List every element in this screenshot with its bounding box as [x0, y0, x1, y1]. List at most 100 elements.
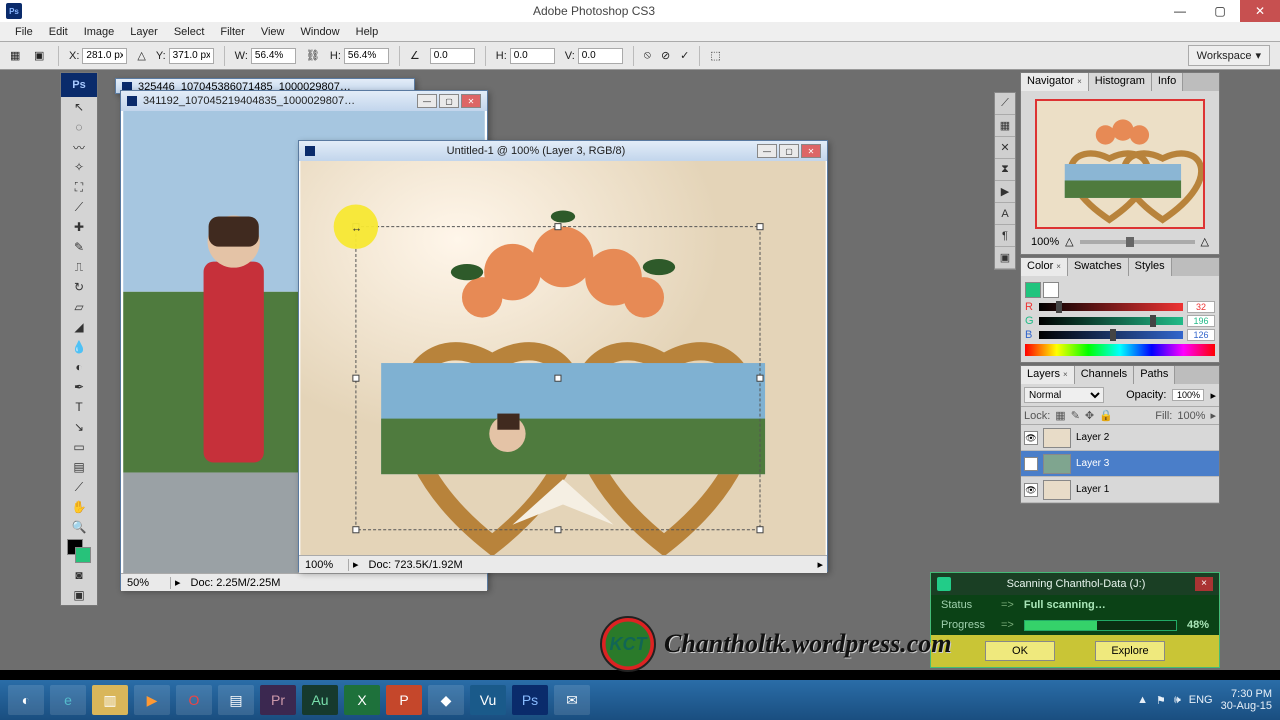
tab-color[interactable]: Color×: [1021, 258, 1068, 276]
layer-name[interactable]: Layer 1: [1076, 484, 1109, 495]
dock-tool-icon[interactable]: ✕: [995, 137, 1015, 159]
taskbar-media[interactable]: ▶: [134, 685, 170, 715]
scan-explore-button[interactable]: Explore: [1095, 641, 1165, 661]
close-icon[interactable]: ×: [1077, 77, 1082, 86]
blend-mode-select[interactable]: Normal: [1024, 387, 1104, 403]
doc-close-icon[interactable]: ✕: [801, 144, 821, 158]
brush-tool[interactable]: ✎: [61, 237, 97, 257]
tray-icon[interactable]: 🕪: [1174, 694, 1181, 707]
r-slider[interactable]: [1039, 303, 1183, 311]
tray-clock[interactable]: 7:30 PM 30-Aug-15: [1221, 688, 1272, 712]
close-icon[interactable]: ×: [1063, 370, 1068, 379]
tab-info[interactable]: Info: [1152, 73, 1183, 91]
visibility-icon[interactable]: 👁: [1024, 483, 1038, 497]
taskbar-audition[interactable]: Au: [302, 685, 338, 715]
link-icon[interactable]: ⛓: [306, 49, 320, 62]
tray-icon[interactable]: ▲: [1137, 694, 1148, 706]
taskbar-excel[interactable]: X: [344, 685, 380, 715]
tab-channels[interactable]: Channels: [1075, 366, 1134, 384]
system-tray[interactable]: ▲ ⚑ 🕪 ENG 7:30 PM 30-Aug-15: [1137, 688, 1272, 712]
healing-tool[interactable]: ✚: [61, 217, 97, 237]
doc-minimize-icon[interactable]: —: [417, 94, 437, 108]
lock-paint-icon[interactable]: ✎: [1071, 409, 1080, 422]
color-swatch[interactable]: [61, 537, 97, 565]
b-slider[interactable]: [1039, 331, 1183, 339]
taskbar-mail[interactable]: ✉: [554, 685, 590, 715]
reference-point-icon[interactable]: ▣: [34, 49, 48, 63]
path-tool[interactable]: ↘: [61, 417, 97, 437]
tab-swatches[interactable]: Swatches: [1068, 258, 1129, 276]
doc-close-icon[interactable]: ✕: [461, 94, 481, 108]
lock-move-icon[interactable]: ✥: [1085, 409, 1094, 422]
dock-para-icon[interactable]: ¶: [995, 225, 1015, 247]
delta-icon[interactable]: △: [137, 49, 145, 62]
angle-input[interactable]: [430, 48, 475, 64]
screenmode-tool[interactable]: ▣: [61, 585, 97, 605]
menu-view[interactable]: View: [254, 24, 292, 40]
doc2-zoom[interactable]: 50%: [121, 577, 171, 589]
gradient-tool[interactable]: ◢: [61, 317, 97, 337]
navigator-thumbnail[interactable]: [1035, 99, 1205, 229]
layer-row[interactable]: 👁 Layer 2: [1021, 425, 1219, 451]
crop-tool[interactable]: ⛶: [61, 177, 97, 197]
layer-name[interactable]: Layer 3: [1076, 458, 1109, 469]
taskbar-app2[interactable]: Vu: [470, 685, 506, 715]
doc-minimize-icon[interactable]: —: [757, 144, 777, 158]
taskbar-premiere[interactable]: Pr: [260, 685, 296, 715]
zoom-slider[interactable]: [1080, 240, 1195, 244]
g-slider[interactable]: [1039, 317, 1183, 325]
menu-file[interactable]: File: [8, 24, 40, 40]
tab-histogram[interactable]: Histogram: [1089, 73, 1152, 91]
chevron-icon[interactable]: ▸: [1210, 409, 1216, 422]
dock-actions-icon[interactable]: ▶: [995, 181, 1015, 203]
tab-layers[interactable]: Layers×: [1021, 366, 1075, 384]
slice-tool[interactable]: ⟋: [61, 197, 97, 217]
chevron-icon[interactable]: ▸: [1210, 389, 1216, 402]
menu-select[interactable]: Select: [167, 24, 212, 40]
notes-tool[interactable]: ▤: [61, 457, 97, 477]
menu-layer[interactable]: Layer: [123, 24, 165, 40]
zoom-in-icon[interactable]: △: [1201, 235, 1209, 248]
layer-thumbnail[interactable]: [1043, 454, 1071, 474]
visibility-icon[interactable]: 👁: [1024, 457, 1038, 471]
interpolation-icon[interactable]: ⦸: [644, 49, 651, 62]
menu-window[interactable]: Window: [294, 24, 347, 40]
dock-brush-icon[interactable]: ⟋: [995, 93, 1015, 115]
transform-icon[interactable]: ▦: [10, 49, 24, 63]
scan-close-icon[interactable]: ×: [1195, 577, 1213, 591]
type-tool[interactable]: T: [61, 397, 97, 417]
scan-ok-button[interactable]: OK: [985, 641, 1055, 661]
close-icon[interactable]: ×: [1056, 262, 1061, 271]
layer-thumbnail[interactable]: [1043, 428, 1071, 448]
doc-maximize-icon[interactable]: ▢: [779, 144, 799, 158]
taskbar-notepad[interactable]: ▤: [218, 685, 254, 715]
dock-clone-icon[interactable]: ▦: [995, 115, 1015, 137]
eraser-tool[interactable]: ▱: [61, 297, 97, 317]
hand-tool[interactable]: ✋: [61, 497, 97, 517]
dock-char-icon[interactable]: A: [995, 203, 1015, 225]
b-value[interactable]: 126: [1187, 329, 1215, 341]
clone-tool[interactable]: ⎍: [61, 257, 97, 277]
minimize-button[interactable]: —: [1160, 0, 1200, 22]
document-canvas-front[interactable]: ↔: [299, 161, 827, 555]
move-tool[interactable]: ↖: [61, 97, 97, 117]
blur-tool[interactable]: 💧: [61, 337, 97, 357]
taskbar-powerpoint[interactable]: P: [386, 685, 422, 715]
dodge-tool[interactable]: ◐: [61, 357, 97, 377]
y-input[interactable]: [169, 48, 214, 64]
shape-tool[interactable]: ▭: [61, 437, 97, 457]
maximize-button[interactable]: ▢: [1200, 0, 1240, 22]
warp-icon[interactable]: ⬚: [710, 49, 720, 62]
taskbar-photoshop[interactable]: Ps: [512, 685, 548, 715]
hue-strip[interactable]: [1025, 344, 1215, 356]
layer-name[interactable]: Layer 2: [1076, 432, 1109, 443]
lock-trans-icon[interactable]: ▦: [1055, 409, 1065, 422]
workspace-dropdown[interactable]: Workspace▾: [1188, 45, 1270, 66]
tray-lang[interactable]: ENG: [1189, 694, 1213, 706]
eyedropper-tool[interactable]: ⟋: [61, 477, 97, 497]
r-value[interactable]: 32: [1187, 301, 1215, 313]
doc2-arrow-icon[interactable]: ▸: [171, 576, 185, 589]
vskew-input[interactable]: [578, 48, 623, 64]
dock-history-icon[interactable]: ⧗: [995, 159, 1015, 181]
history-brush-tool[interactable]: ↻: [61, 277, 97, 297]
